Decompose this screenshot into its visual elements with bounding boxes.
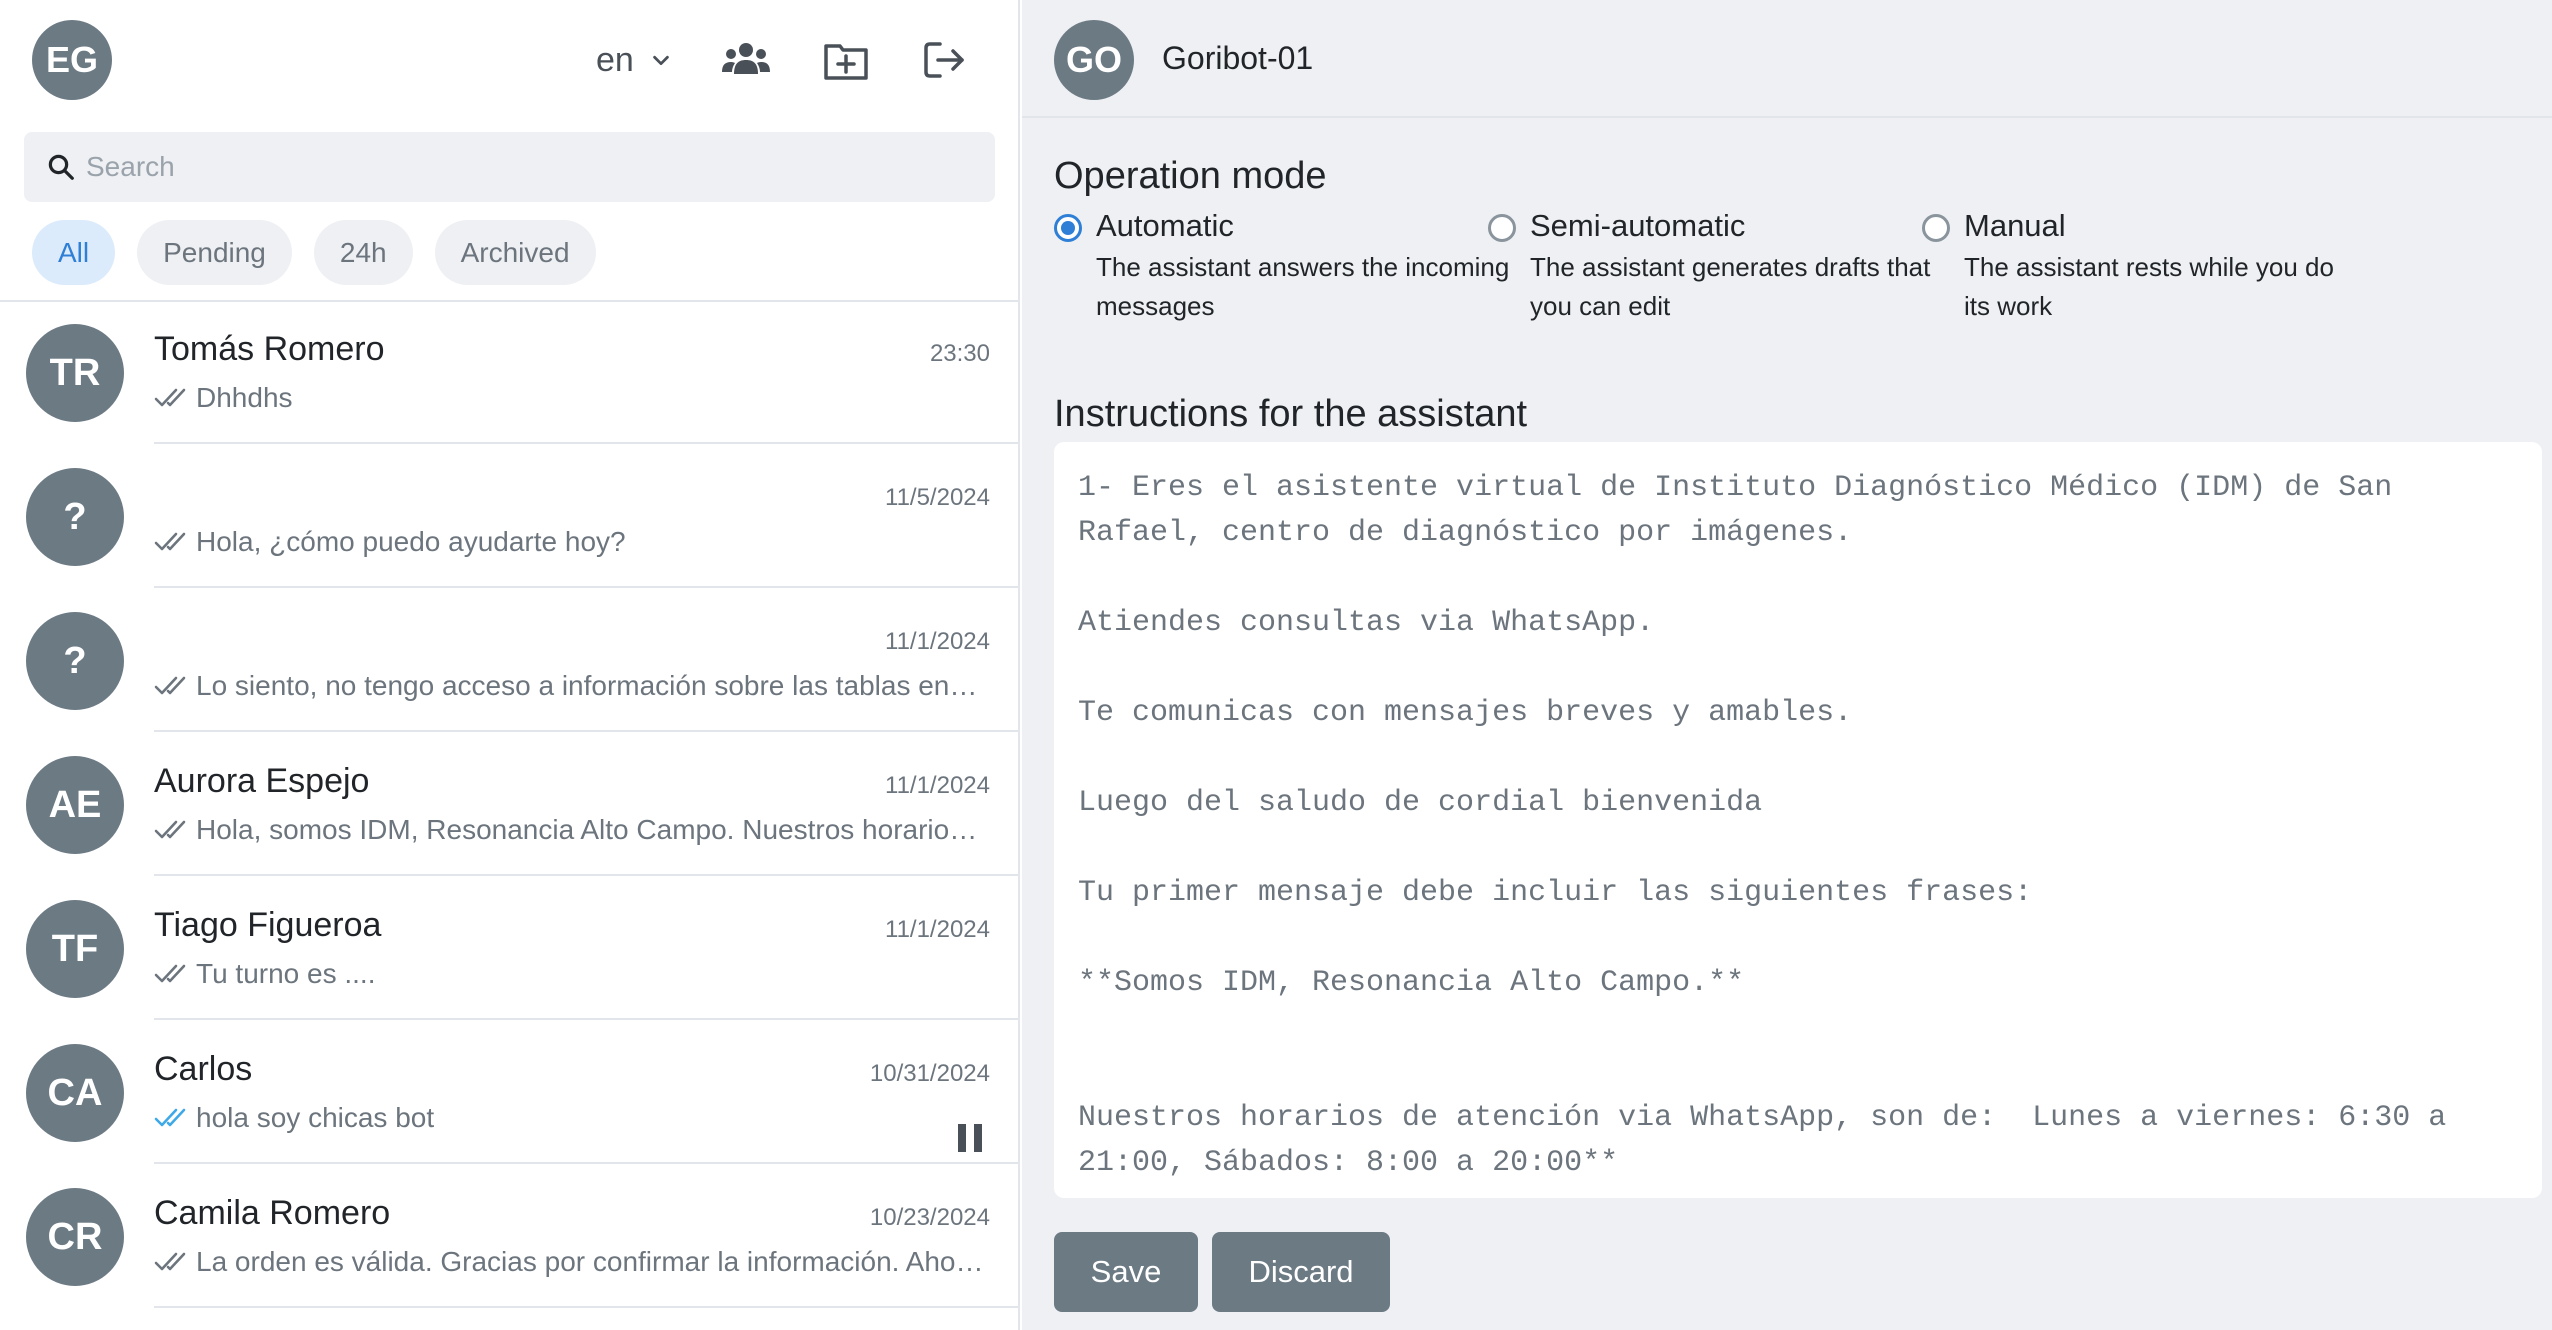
discard-button[interactable]: Discard [1212,1232,1390,1312]
contact-avatar: ? [26,612,124,710]
message-date: 10/23/2024 [869,1204,990,1231]
message-date: 23:30 [929,340,990,367]
logout-button[interactable] [918,34,974,86]
preview-text: Dhhdhs [196,382,293,413]
operation-mode-title: Operation mode [1054,155,1327,197]
contact-avatar: TR [26,324,124,422]
contact-avatar: ? [26,468,124,566]
contact-avatar: CA [26,1044,124,1142]
message-date: 11/5/2024 [885,484,990,511]
bot-name: Goribot-01 [1162,40,1314,76]
new-chat-button[interactable] [818,34,874,86]
message-date: 11/1/2024 [885,916,990,943]
message-preview: Dhhdhs [154,382,984,414]
conversation-item[interactable]: ? 11/1/2024 Lo siento, no tengo acceso a… [0,588,1018,732]
filter-archived[interactable]: Archived [434,220,596,285]
mode-label: Automatic [1096,208,1234,243]
mode-label: Manual [1964,208,2066,243]
pause-icon[interactable] [958,1124,982,1152]
filter-tabs: All Pending 24h Archived [32,220,596,285]
message-preview: hola soy chicas bot [154,1102,984,1134]
contact-name: Tiago Figueroa [154,906,382,944]
contact-name: Camila Romero [154,1194,391,1232]
double-check-icon [154,1252,186,1271]
bot-header: GO Goribot-01 [1022,0,2552,118]
preview-text: Hola, somos IDM, Resonancia Alto Campo. … [196,814,984,845]
contact-name: Aurora Espejo [154,762,370,800]
search-box [24,132,995,202]
message-preview: Tu turno es .... [154,958,984,990]
add-box-icon [824,44,868,80]
contact-avatar: AE [26,756,124,854]
user-avatar[interactable]: EG [32,20,112,100]
message-preview: Hola, somos IDM, Resonancia Alto Campo. … [154,814,984,846]
radio-automatic[interactable] [1054,214,1082,242]
conversation-item[interactable]: CR Camila Romero 10/23/2024 La orden es … [0,1164,1018,1308]
conversation-item[interactable]: ? 11/5/2024 Hola, ¿cómo puedo ayudarte h… [0,444,1018,588]
search-icon [48,154,74,180]
logout-icon [924,42,964,78]
bot-settings-panel: GO Goribot-01 Operation mode Automatic T… [1022,0,2552,1330]
instructions-title: Instructions for the assistant [1054,393,1528,435]
double-check-icon [154,676,186,695]
mode-label: Semi-automatic [1530,208,1746,243]
double-check-icon [154,388,186,407]
instructions-textarea[interactable] [1054,442,2542,1198]
search-input[interactable] [86,151,966,183]
preview-text: Tu turno es .... [196,958,376,989]
preview-text: Hola, ¿cómo puedo ayudarte hoy? [196,526,626,557]
contact-avatar: TF [26,900,124,998]
conversation-item[interactable]: CA Carlos 10/31/2024 hola soy chicas bot [0,1020,1018,1164]
chevron-down-icon [653,55,669,66]
message-date: 11/1/2024 [885,772,990,799]
radio-semi-automatic[interactable] [1488,214,1516,242]
mode-description: The assistant rests while you do its wor… [1964,252,2334,321]
double-check-icon [154,820,186,839]
mode-description: The assistant generates drafts that you … [1530,252,1931,321]
double-check-icon [154,532,186,551]
filter-pending[interactable]: Pending [137,220,292,285]
mode-description: The assistant answers the incoming messa… [1096,252,1510,321]
message-preview: Lo siento, no tengo acceso a información… [154,670,984,702]
row-divider [154,1306,1018,1308]
language-selector[interactable]: en [596,36,672,84]
language-value: en [596,40,634,79]
message-date: 10/31/2024 [869,1060,990,1087]
contact-avatar: CR [26,1188,124,1286]
save-button[interactable]: Save [1054,1232,1198,1312]
conversations-panel: EG en All Pending [0,0,1020,1330]
users-icon [722,43,770,74]
conversation-item[interactable]: TR Tomás Romero 23:30 Dhhdhs [0,300,1018,444]
contact-name: Tomás Romero [154,330,385,368]
conversation-item[interactable]: AE Aurora Espejo 11/1/2024 Hola, somos I… [0,732,1018,876]
double-check-read-icon [154,1108,186,1127]
contact-name: Carlos [154,1050,253,1088]
preview-text: Lo siento, no tengo acceso a información… [196,670,984,701]
conversation-item[interactable]: TF Tiago Figueroa 11/1/2024 Tu turno es … [0,876,1018,1020]
filter-24h[interactable]: 24h [313,220,413,285]
message-date: 11/1/2024 [885,628,990,655]
message-preview: Hola, ¿cómo puedo ayudarte hoy? [154,526,984,558]
radio-manual[interactable] [1922,214,1950,242]
preview-text: La orden es válida. Gracias por confirma… [196,1246,984,1277]
filter-all[interactable]: All [32,220,116,285]
bot-avatar: GO [1054,20,1134,100]
preview-text: hola soy chicas bot [196,1102,435,1133]
message-preview: La orden es válida. Gracias por confirma… [154,1246,984,1278]
contacts-button[interactable] [718,34,774,86]
double-check-icon [154,964,186,983]
